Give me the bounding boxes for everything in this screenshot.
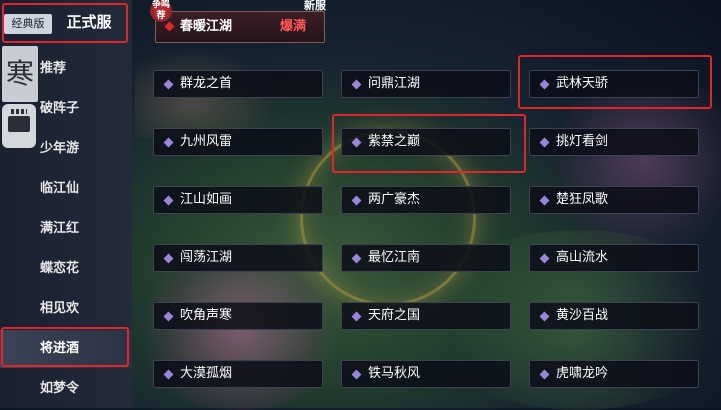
server-dot-icon (163, 253, 174, 264)
sidebar-item-shaonianyou[interactable]: 少年游 (0, 130, 132, 168)
server-dot-icon (539, 137, 550, 148)
server-dot-icon (163, 79, 174, 90)
sidebar-item-xiangjianhuan[interactable]: 相见欢 (0, 290, 132, 328)
server-dot-icon (351, 137, 362, 148)
server-dot-icon (539, 79, 550, 90)
server-dot-icon (539, 253, 550, 264)
server-dot-icon (163, 369, 174, 380)
server-button[interactable]: 群龙之首 (153, 70, 323, 98)
version-tabs: 经典版 正式服 (2, 4, 126, 40)
server-button[interactable]: 江山如画 (153, 186, 323, 214)
server-dot-icon (163, 311, 174, 322)
server-name: 最忆江南 (368, 250, 421, 265)
background-moon-gate (300, 130, 476, 306)
server-dot-icon (163, 137, 174, 148)
server-name: 铁马秋风 (368, 366, 421, 381)
sidebar-item-qiangjinjiu[interactable]: 将进酒 (0, 330, 132, 368)
server-button[interactable]: 大漠孤烟 (153, 360, 323, 388)
server-button[interactable]: 天府之国 (341, 302, 511, 330)
server-button[interactable]: 最忆江南 (341, 244, 511, 272)
server-button[interactable]: 吹角声寒 (153, 302, 323, 330)
server-dot-icon (539, 311, 550, 322)
server-name: 大漠孤烟 (180, 366, 233, 381)
server-name: 问鼎江湖 (368, 76, 421, 91)
server-name: 吹角声寒 (180, 308, 233, 323)
recommend-badge: 争鸣荐 (150, 0, 172, 22)
new-server-badge: 新服 (304, 0, 326, 12)
server-name: 挑灯看剑 (556, 134, 609, 149)
server-name: 群龙之首 (180, 76, 233, 91)
server-button[interactable]: 虎啸龙吟 (529, 360, 699, 388)
server-name: 天府之国 (368, 308, 421, 323)
server-dot-icon (351, 79, 362, 90)
server-name: 黄沙百战 (556, 308, 609, 323)
server-button[interactable]: 两广豪杰 (341, 186, 511, 214)
server-button[interactable]: 武林天骄 (529, 70, 699, 98)
hot-dot-icon (164, 21, 175, 32)
server-dot-icon (351, 253, 362, 264)
sidebar-item-linjiangxian[interactable]: 临江仙 (0, 170, 132, 208)
featured-server[interactable]: 春暖江湖 爆满 (155, 11, 325, 43)
sidebar-item-pozhenzi[interactable]: 破阵子 (0, 90, 132, 128)
server-dot-icon (351, 311, 362, 322)
server-button[interactable]: 楚狂凤歌 (529, 186, 699, 214)
server-button[interactable]: 挑灯看剑 (529, 128, 699, 156)
server-name: 武林天骄 (556, 76, 609, 91)
server-name: 九州风雷 (180, 134, 233, 149)
server-dot-icon (351, 195, 362, 206)
server-name: 闯荡江湖 (180, 250, 233, 265)
server-name: 江山如画 (180, 192, 233, 207)
server-button[interactable]: 问鼎江湖 (341, 70, 511, 98)
server-button[interactable]: 高山流水 (529, 244, 699, 272)
server-status-badge: 爆满 (280, 19, 307, 34)
server-dot-icon (163, 195, 174, 206)
featured-server-name: 春暖江湖 (180, 19, 233, 34)
sidebar-item-rumengling[interactable]: 如梦令 (0, 370, 132, 408)
tab-official[interactable]: 正式服 (54, 9, 124, 35)
server-dot-icon (539, 195, 550, 206)
server-button[interactable]: 铁马秋风 (341, 360, 511, 388)
server-button[interactable]: 黄沙百战 (529, 302, 699, 330)
sidebar: 经典版 正式服 寒 推荐 破阵子 少年游 临江仙 满江红 蝶恋花 相见欢 将进酒… (0, 0, 132, 408)
server-button[interactable]: 九州风雷 (153, 128, 323, 156)
server-name: 紫禁之巅 (368, 134, 421, 149)
server-dot-icon (539, 369, 550, 380)
sidebar-item-manjianghong[interactable]: 满江红 (0, 210, 132, 248)
server-name: 楚狂凤歌 (556, 192, 609, 207)
server-name: 两广豪杰 (368, 192, 421, 207)
sidebar-item-dielianhua[interactable]: 蝶恋花 (0, 250, 132, 288)
server-name: 虎啸龙吟 (556, 366, 609, 381)
server-button[interactable]: 紫禁之巅 (341, 128, 511, 156)
sidebar-item-recommend[interactable]: 推荐 (0, 50, 132, 88)
server-dot-icon (351, 369, 362, 380)
tab-classic[interactable]: 经典版 (4, 14, 52, 34)
server-button[interactable]: 闯荡江湖 (153, 244, 323, 272)
server-name: 高山流水 (556, 250, 609, 265)
